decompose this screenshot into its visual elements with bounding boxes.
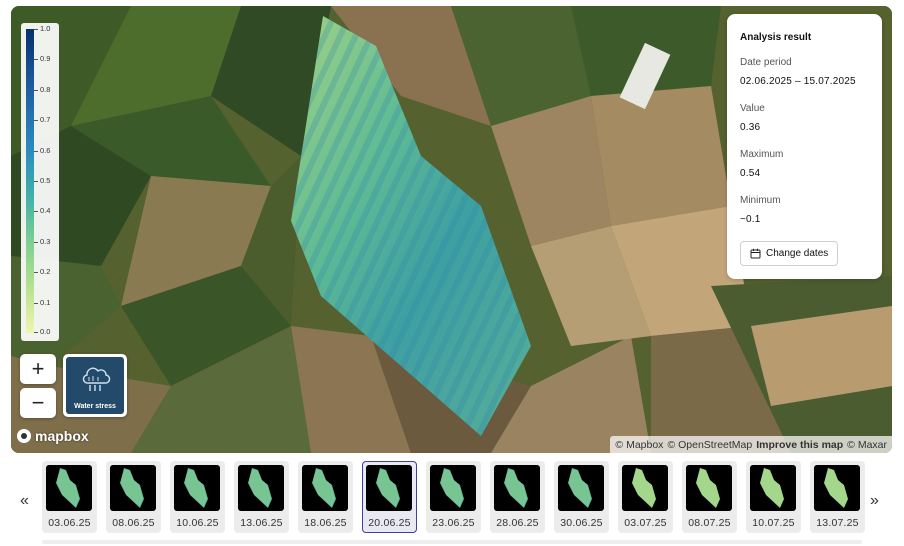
value-label: Value xyxy=(740,103,765,114)
legend-label: 0.4 xyxy=(40,206,51,215)
timeline-scrollbar[interactable] xyxy=(42,540,862,544)
timeline-next-button[interactable]: » xyxy=(870,492,879,510)
analysis-result-panel: Analysis result Date period 02.06.2025 –… xyxy=(727,14,882,279)
legend-tick xyxy=(34,90,38,91)
legend-label: 0.0 xyxy=(40,327,51,336)
timeline-thumbnail[interactable]: 20.06.25 xyxy=(362,461,417,533)
panel-title: Analysis result xyxy=(740,32,812,43)
legend-label: 1.0 xyxy=(40,24,51,33)
layer-water-stress-button[interactable]: Water stress xyxy=(63,354,127,417)
mapbox-logo-icon xyxy=(17,429,31,443)
field-preview-image xyxy=(558,465,604,511)
maximum-label: Maximum xyxy=(740,149,784,160)
legend-tick xyxy=(34,272,38,273)
attribution-mapbox-link[interactable]: © Mapbox xyxy=(615,439,663,451)
minimum-label: Minimum xyxy=(740,195,781,206)
date-period-value: 02.06.2025 – 15.07.2025 xyxy=(740,76,856,87)
timeline-thumbnail[interactable]: 13.06.25 xyxy=(234,461,289,533)
legend-tick xyxy=(34,242,38,243)
map-attribution: © Mapbox © OpenStreetMap Improve this ma… xyxy=(610,436,892,453)
field-preview-image xyxy=(238,465,284,511)
legend-tick xyxy=(34,303,38,304)
legend-label: 0.3 xyxy=(40,237,51,246)
thumbnail-date: 30.06.25 xyxy=(560,517,603,529)
legend-tick xyxy=(34,59,38,60)
field-preview-image xyxy=(814,465,860,511)
field-preview-image xyxy=(750,465,796,511)
improve-map-link[interactable]: Improve this map xyxy=(756,439,843,451)
legend-label: 0.5 xyxy=(40,176,51,185)
timeline-thumbnail[interactable]: 18.06.25 xyxy=(298,461,353,533)
thumbnail-date: 18.06.25 xyxy=(304,517,347,529)
app-root: 1.0 0.9 0.8 0.7 0.6 0.5 0.4 0.3 0.2 0.1 … xyxy=(0,0,904,546)
field-preview-image xyxy=(110,465,156,511)
date-period-label: Date period xyxy=(740,57,792,68)
attribution-maxar-link[interactable]: © Maxar xyxy=(847,439,887,451)
timeline-thumbnail[interactable]: 08.07.25 xyxy=(682,461,737,533)
thumbnail-date: 13.07.25 xyxy=(816,517,859,529)
timeline-thumbnail[interactable]: 30.06.25 xyxy=(554,461,609,533)
field-preview-image xyxy=(686,465,732,511)
map-view[interactable]: 1.0 0.9 0.8 0.7 0.6 0.5 0.4 0.3 0.2 0.1 … xyxy=(11,6,892,453)
thumbnail-date: 23.06.25 xyxy=(432,517,475,529)
thumbnail-date: 08.06.25 xyxy=(112,517,155,529)
legend-label: 0.8 xyxy=(40,85,51,94)
thumbnail-date: 13.06.25 xyxy=(240,517,283,529)
timeline-prev-button[interactable]: « xyxy=(20,492,29,510)
field-preview-image xyxy=(430,465,476,511)
legend-label: 0.7 xyxy=(40,115,51,124)
legend-label: 0.9 xyxy=(40,54,51,63)
thumbnail-date: 10.06.25 xyxy=(176,517,219,529)
thumbnail-date: 10.07.25 xyxy=(752,517,795,529)
thumbnail-date: 28.06.25 xyxy=(496,517,539,529)
layer-thumbnail: Water stress xyxy=(66,357,124,414)
thumbnail-date: 03.07.25 xyxy=(624,517,667,529)
zoom-in-button[interactable]: + xyxy=(20,354,56,384)
value-value: 0.36 xyxy=(740,122,761,133)
mapbox-logo[interactable]: mapbox xyxy=(17,428,89,444)
legend-label: 0.1 xyxy=(40,298,51,307)
legend-tick xyxy=(34,332,38,333)
legend-tick xyxy=(34,181,38,182)
timeline-thumbnail[interactable]: 03.07.25 xyxy=(618,461,673,533)
water-stress-icon xyxy=(82,367,111,391)
change-dates-label: Change dates xyxy=(766,248,829,259)
legend-tick xyxy=(34,151,38,152)
minimum-value: −0.1 xyxy=(740,214,761,225)
maximum-value: 0.54 xyxy=(740,168,761,179)
timeline-thumbnail[interactable]: 23.06.25 xyxy=(426,461,481,533)
field-preview-image xyxy=(494,465,540,511)
date-timeline: « 03.06.25 08.06.25 10.06.25 13.06.25 18.06.… xyxy=(0,458,904,546)
field-preview-image xyxy=(46,465,92,511)
mapbox-logo-text: mapbox xyxy=(35,428,89,444)
change-dates-button[interactable]: Change dates xyxy=(740,241,839,266)
field-preview-image xyxy=(622,465,668,511)
layer-label: Water stress xyxy=(74,403,116,410)
legend-tick xyxy=(34,211,38,212)
field-preview-image xyxy=(302,465,348,511)
legend-tick xyxy=(34,29,38,30)
timeline-thumbnail[interactable]: 13.07.25 xyxy=(810,461,865,533)
thumbnail-date: 03.06.25 xyxy=(48,517,91,529)
legend-label: 0.6 xyxy=(40,146,51,155)
timeline-thumbnail[interactable]: 28.06.25 xyxy=(490,461,545,533)
timeline-thumbnail[interactable]: 08.06.25 xyxy=(106,461,161,533)
thumbnail-date: 08.07.25 xyxy=(688,517,731,529)
legend-tick xyxy=(34,120,38,121)
color-legend: 1.0 0.9 0.8 0.7 0.6 0.5 0.4 0.3 0.2 0.1 … xyxy=(21,23,59,341)
thumbnail-date: 20.06.25 xyxy=(368,517,411,529)
legend-label: 0.2 xyxy=(40,267,51,276)
zoom-out-button[interactable]: − xyxy=(20,388,56,418)
field-preview-image xyxy=(366,465,412,511)
timeline-thumbnail[interactable]: 10.06.25 xyxy=(170,461,225,533)
attribution-osm-link[interactable]: © OpenStreetMap xyxy=(667,439,752,451)
calendar-icon xyxy=(750,248,761,259)
legend-gradient xyxy=(26,29,34,333)
timeline-thumbnail[interactable]: 03.06.25 xyxy=(42,461,97,533)
timeline-thumbnail[interactable]: 10.07.25 xyxy=(746,461,801,533)
field-preview-image xyxy=(174,465,220,511)
